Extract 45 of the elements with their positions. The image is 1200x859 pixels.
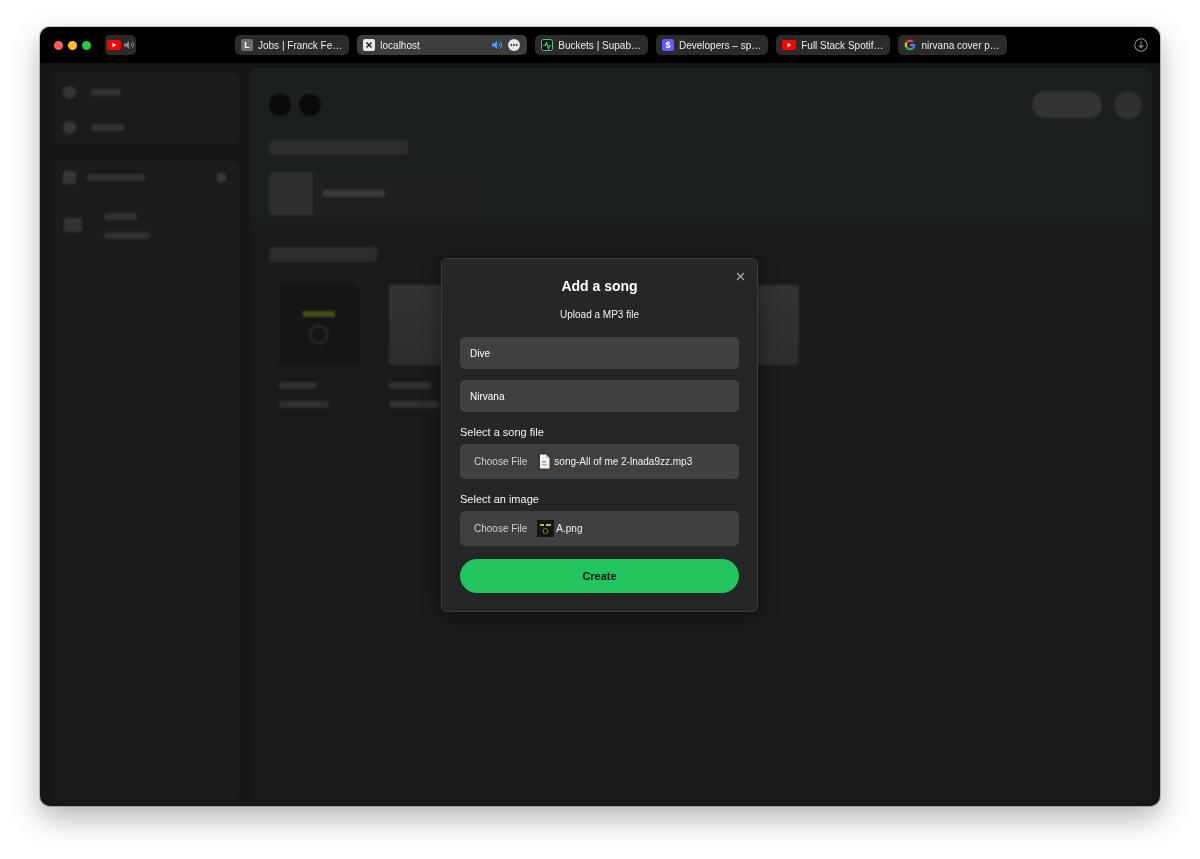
speaker-icon[interactable] [491, 40, 504, 50]
browser-tab[interactable]: Buckets | Supab… [535, 35, 648, 55]
field-label: Select an image [460, 492, 540, 506]
text-input[interactable]: Nirvana [460, 380, 739, 412]
file-name: song-All of me 2-lnada9zz.mp3 [554, 456, 693, 467]
browser-tab[interactable]: L Jobs | Franck Fe… [235, 35, 350, 55]
blurred-text [322, 190, 385, 197]
field-label: Select a song file [460, 425, 545, 439]
video-play-icon [782, 40, 797, 50]
browser-tab[interactable]: localhost [357, 35, 528, 55]
x-square-icon [363, 39, 376, 51]
speaker-icon[interactable] [122, 40, 135, 50]
library-icon [63, 170, 76, 184]
choose-file-button[interactable]: Choose File [474, 456, 528, 467]
pinned-tab[interactable] [105, 35, 136, 55]
text-input[interactable]: Dive [460, 337, 739, 369]
window-close-button[interactable] [54, 40, 63, 50]
album-cover [64, 218, 82, 232]
letter-favicon: L [241, 39, 253, 51]
create-button[interactable]: Create [460, 559, 739, 593]
letter-favicon: $ [661, 39, 674, 51]
browser-tab[interactable]: $ Developers – sp… [655, 35, 769, 55]
modal-title: Add a song [560, 277, 639, 296]
blurred-text [389, 382, 431, 389]
download-icon[interactable] [1134, 38, 1148, 52]
window-zoom-button[interactable] [82, 40, 91, 50]
video-play-icon [106, 40, 121, 50]
file-document-icon [537, 453, 553, 470]
pulse-icon [541, 39, 554, 51]
plus-icon [217, 172, 226, 182]
file-name: A.png [556, 523, 583, 534]
more-icon[interactable] [508, 39, 521, 51]
blurred-text [389, 401, 439, 408]
file-input-field[interactable]: Choose File A.png [460, 511, 739, 546]
g-letter-icon [904, 39, 917, 51]
close-icon[interactable] [736, 272, 745, 281]
modal-subtitle: Upload a MP3 file [559, 309, 640, 321]
image-thumbnail-icon [537, 520, 555, 537]
window-minimize-button[interactable] [68, 40, 77, 50]
file-input-field[interactable]: Choose File song-All of me 2-lnada9zz.mp3 [460, 444, 739, 479]
browser-tab[interactable]: Full Stack Spotif… [776, 35, 891, 55]
choose-file-button[interactable]: Choose File [474, 523, 528, 534]
search-icon [63, 121, 76, 134]
home-icon [63, 86, 76, 99]
browser-tab[interactable]: nirvana cover p… [898, 35, 1007, 55]
